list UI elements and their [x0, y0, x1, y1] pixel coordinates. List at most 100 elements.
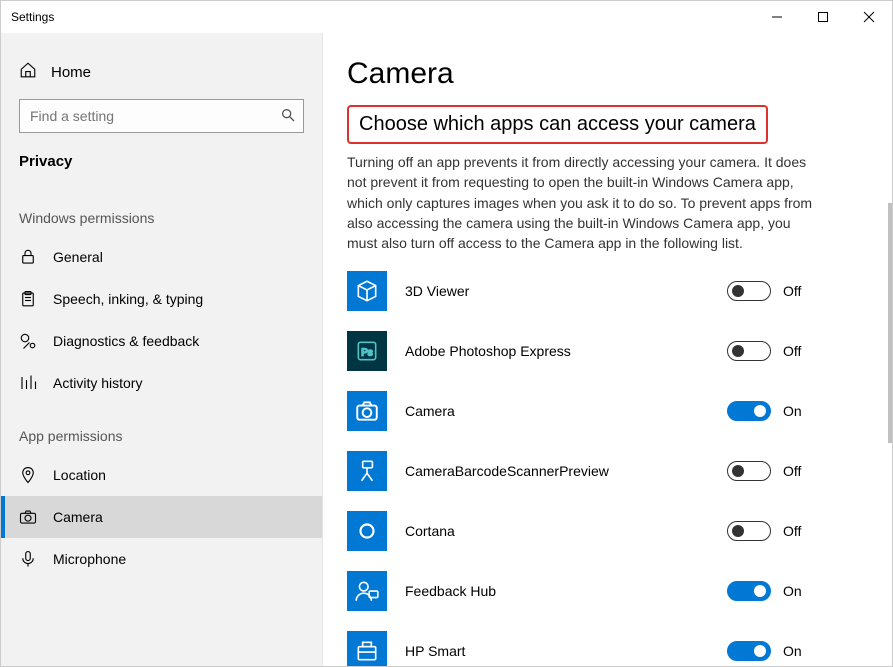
maximize-button[interactable]	[800, 1, 846, 33]
toggle-knob	[732, 345, 744, 357]
group-windows-permissions: Windows permissions	[1, 186, 322, 236]
toggle-state-label: On	[783, 583, 807, 599]
close-button[interactable]	[846, 1, 892, 33]
nav-label: Diagnostics & feedback	[53, 333, 199, 349]
toggle-knob	[754, 585, 766, 597]
lock-icon	[19, 248, 37, 266]
toggle-switch[interactable]	[727, 581, 771, 601]
section-description: Turning off an app prevents it from dire…	[347, 152, 817, 253]
toggle-state-label: Off	[783, 463, 807, 479]
search-icon	[280, 107, 296, 128]
clipboard-icon	[19, 290, 37, 308]
app-row: Ps Adobe Photoshop Express Off	[347, 331, 807, 371]
nav-label: Microphone	[53, 551, 126, 567]
toggle-switch[interactable]	[727, 341, 771, 361]
toggle-wrap: On	[727, 581, 807, 601]
privacy-header: Privacy	[1, 145, 322, 186]
nav-speech[interactable]: Speech, inking, & typing	[1, 278, 322, 320]
nav-label: Camera	[53, 509, 103, 525]
window-title: Settings	[11, 10, 754, 24]
toggle-state-label: On	[783, 643, 807, 659]
app-row: Camera On	[347, 391, 807, 431]
close-icon	[863, 11, 875, 23]
window-body: Home Privacy Windows permissions General	[1, 33, 892, 666]
app-name-label: 3D Viewer	[405, 283, 709, 299]
toggle-state-label: Off	[783, 343, 807, 359]
toggle-wrap: On	[727, 641, 807, 661]
section-title-highlight: Choose which apps can access your camera	[347, 105, 768, 144]
app-name-label: Camera	[405, 403, 709, 419]
app-row: Feedback Hub On	[347, 571, 807, 611]
toggle-knob	[732, 525, 744, 537]
toggle-wrap: On	[727, 401, 807, 421]
group-app-permissions: App permissions	[1, 404, 322, 454]
svg-text:Ps: Ps	[361, 348, 373, 359]
toggle-knob	[732, 285, 744, 297]
app-row: CameraBarcodeScannerPreview Off	[347, 451, 807, 491]
camera-app-icon	[347, 391, 387, 431]
nav-location[interactable]: Location	[1, 454, 322, 496]
toggle-wrap: Off	[727, 521, 807, 541]
toggle-switch[interactable]	[727, 461, 771, 481]
page-title: Camera	[347, 57, 862, 91]
search-input[interactable]	[19, 99, 304, 133]
toggle-switch[interactable]	[727, 521, 771, 541]
home-icon	[19, 61, 37, 83]
search-wrap	[1, 91, 322, 145]
minimize-icon	[771, 11, 783, 23]
app-row: 3D Viewer Off	[347, 271, 807, 311]
cube-icon	[347, 271, 387, 311]
nav-label: Activity history	[53, 375, 142, 391]
app-list: 3D Viewer Off Ps Adobe Photoshop Express Off…	[347, 271, 862, 666]
toggle-wrap: Off	[727, 281, 807, 301]
home-label: Home	[51, 64, 91, 81]
location-icon	[19, 466, 37, 484]
toggle-knob	[754, 405, 766, 417]
nav-label: Location	[53, 467, 106, 483]
nav-label: Speech, inking, & typing	[53, 291, 203, 307]
microphone-icon	[19, 550, 37, 568]
toggle-state-label: Off	[783, 283, 807, 299]
main-scroll[interactable]: Camera Choose which apps can access your…	[323, 33, 892, 666]
app-name-label: Cortana	[405, 523, 709, 539]
sidebar: Home Privacy Windows permissions General	[1, 33, 323, 666]
camera-icon	[19, 508, 37, 526]
toggle-knob	[732, 465, 744, 477]
photoshop-icon: Ps	[347, 331, 387, 371]
scrollbar-thumb[interactable]	[888, 203, 892, 443]
toggle-state-label: On	[783, 403, 807, 419]
feedback-hub-icon	[347, 571, 387, 611]
app-name-label: HP Smart	[405, 643, 709, 659]
app-name-label: Feedback Hub	[405, 583, 709, 599]
toggle-wrap: Off	[727, 461, 807, 481]
nav-camera[interactable]: Camera	[1, 496, 322, 538]
window-controls	[754, 1, 892, 33]
nav-activity-history[interactable]: Activity history	[1, 362, 322, 404]
activity-icon	[19, 374, 37, 392]
home-nav[interactable]: Home	[1, 53, 322, 91]
toggle-switch[interactable]	[727, 641, 771, 661]
minimize-button[interactable]	[754, 1, 800, 33]
title-bar: Settings	[1, 1, 892, 33]
settings-window: Settings Home	[0, 0, 893, 667]
app-name-label: Adobe Photoshop Express	[405, 343, 709, 359]
app-row: Cortana Off	[347, 511, 807, 551]
barcode-scanner-icon	[347, 451, 387, 491]
toggle-wrap: Off	[727, 341, 807, 361]
nav-microphone[interactable]: Microphone	[1, 538, 322, 580]
printer-icon	[347, 631, 387, 666]
nav-label: General	[53, 249, 103, 265]
main-panel: Camera Choose which apps can access your…	[323, 33, 892, 666]
maximize-icon	[817, 11, 829, 23]
app-row: HP Smart On	[347, 631, 807, 666]
app-name-label: CameraBarcodeScannerPreview	[405, 463, 709, 479]
feedback-icon	[19, 332, 37, 350]
nav-diagnostics[interactable]: Diagnostics & feedback	[1, 320, 322, 362]
toggle-knob	[754, 645, 766, 657]
toggle-state-label: Off	[783, 523, 807, 539]
cortana-icon	[347, 511, 387, 551]
toggle-switch[interactable]	[727, 401, 771, 421]
sidebar-scroll[interactable]: Windows permissions General Speech, inki…	[1, 186, 322, 666]
nav-general[interactable]: General	[1, 236, 322, 278]
toggle-switch[interactable]	[727, 281, 771, 301]
